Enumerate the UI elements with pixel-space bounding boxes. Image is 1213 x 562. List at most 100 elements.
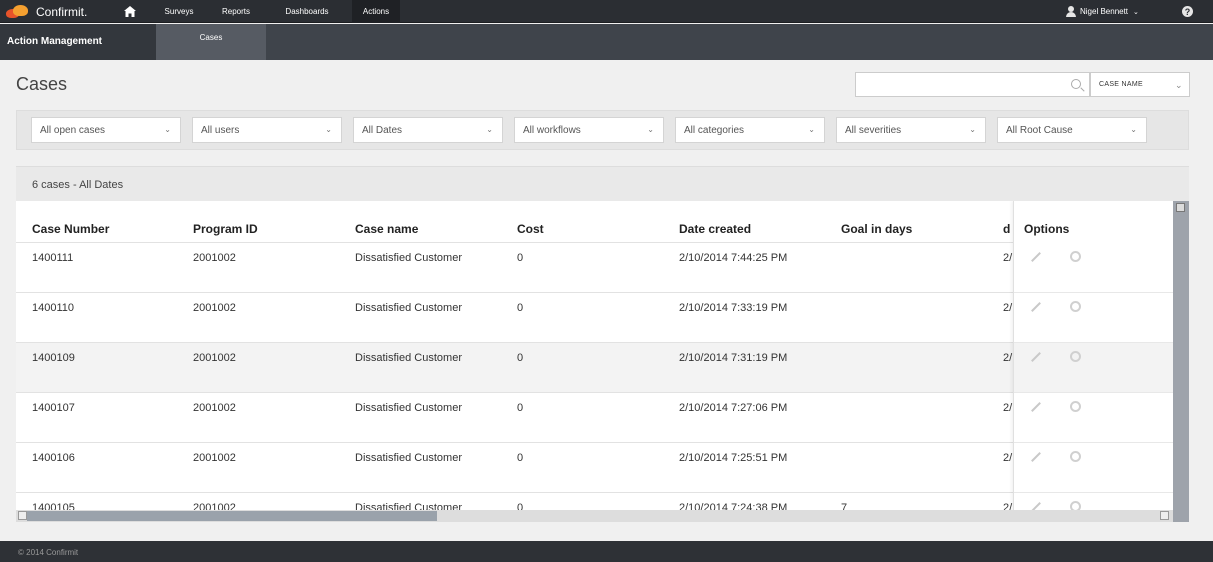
cell-case-name: Dissatisfied Customer: [355, 452, 462, 464]
chevron-down-icon: ⌄: [486, 125, 493, 134]
results-summary-bar: 6 cases - All Dates: [16, 166, 1189, 201]
column-header-date-created[interactable]: Date created: [679, 222, 751, 236]
cases-table: Case Number Program ID Case name Cost Da…: [16, 201, 1189, 522]
table-row[interactable]: 1400107 2001002 Dissatisfied Customer 0 2/10…: [16, 393, 1173, 443]
brand-logo[interactable]: Confirmit.: [6, 0, 87, 23]
nav-tab-actions[interactable]: Actions: [352, 0, 400, 23]
cell-case-name: Dissatisfied Customer: [355, 302, 462, 314]
scroll-right-icon[interactable]: [1160, 511, 1169, 520]
cell-program-id: 2001002: [193, 352, 236, 364]
cell-truncated: 2/: [1003, 402, 1013, 414]
cancel-icon[interactable]: [1070, 401, 1081, 412]
table-row[interactable]: 1400109 2001002 Dissatisfied Customer 0 2/10…: [16, 343, 1173, 393]
pencil-icon[interactable]: [1031, 252, 1041, 262]
scrollbar-thumb[interactable]: [27, 511, 437, 521]
column-header-case-name[interactable]: Case name: [355, 222, 418, 236]
search-icon[interactable]: [1071, 79, 1081, 89]
cell-cost: 0: [517, 352, 524, 364]
chevron-down-icon: ⌄: [808, 125, 815, 134]
cell-case-name: Dissatisfied Customer: [355, 252, 462, 264]
filter-dates[interactable]: All Dates ⌄: [353, 117, 503, 143]
cancel-icon[interactable]: [1070, 251, 1081, 262]
pencil-icon[interactable]: [1031, 452, 1041, 462]
search-input[interactable]: [855, 72, 1090, 97]
cell-case-number: 1400111: [32, 252, 74, 264]
cell-truncated: 2/: [1003, 302, 1013, 314]
search-type-select[interactable]: CASE NAME ⌄: [1090, 72, 1190, 97]
cell-case-name: Dissatisfied Customer: [355, 352, 462, 364]
chevron-down-icon: ⌄: [325, 125, 332, 134]
column-header-case-number[interactable]: Case Number: [32, 222, 109, 236]
row-options: [1014, 343, 1174, 393]
subtab-cases[interactable]: Cases: [156, 24, 266, 60]
cell-date-created: 2/10/2014 7:44:25 PM: [679, 252, 788, 264]
cell-truncated: 2/: [1003, 352, 1013, 364]
cancel-icon[interactable]: [1070, 301, 1081, 312]
user-menu[interactable]: Nigel Bennett ⌄: [1066, 0, 1139, 23]
filter-label: All Root Cause: [1006, 125, 1073, 136]
filter-case-status[interactable]: All open cases ⌄: [31, 117, 181, 143]
filter-workflows[interactable]: All workflows ⌄: [514, 117, 664, 143]
chevron-down-icon: ⌄: [164, 125, 171, 134]
user-name: Nigel Bennett: [1080, 7, 1129, 16]
cell-program-id: 2001002: [193, 302, 236, 314]
cell-date-created: 2/10/2014 7:25:51 PM: [679, 452, 788, 464]
cell-case-number: 1400106: [32, 452, 75, 464]
filter-label: All workflows: [523, 125, 581, 136]
nav-tab-dashboards[interactable]: Dashboards: [278, 0, 336, 23]
cell-cost: 0: [517, 402, 524, 414]
cell-program-id: 2001002: [193, 402, 236, 414]
row-options: [1014, 393, 1174, 443]
row-options: [1014, 243, 1174, 293]
nav-tab-reports[interactable]: Reports: [216, 0, 256, 23]
cell-truncated: 2/: [1003, 452, 1013, 464]
filter-label: All severities: [845, 125, 902, 136]
chevron-down-icon: ⌄: [1130, 125, 1137, 134]
horizontal-scrollbar[interactable]: [16, 510, 1173, 522]
pencil-icon[interactable]: [1031, 352, 1041, 362]
sub-navigation-bar: Action Management Cases: [0, 24, 1213, 60]
pencil-icon[interactable]: [1031, 302, 1041, 312]
cell-case-number: 1400110: [32, 302, 75, 314]
column-header-goal-in-days[interactable]: Goal in days: [841, 222, 912, 236]
filter-users[interactable]: All users ⌄: [192, 117, 342, 143]
cell-program-id: 2001002: [193, 252, 236, 264]
cell-cost: 0: [517, 302, 524, 314]
section-title[interactable]: Action Management: [0, 24, 156, 60]
filter-label: All open cases: [40, 125, 106, 136]
footer-copyright: © 2014 Confirmit: [0, 541, 1213, 562]
cell-cost: 0: [517, 452, 524, 464]
filter-root-cause[interactable]: All Root Cause ⌄: [997, 117, 1147, 143]
column-header-truncated[interactable]: d: [1003, 222, 1010, 236]
row-options: [1014, 443, 1174, 493]
table-header: Case Number Program ID Case name Cost Da…: [16, 201, 1173, 243]
filter-severities[interactable]: All severities ⌄: [836, 117, 986, 143]
chevron-down-icon: ⌄: [647, 125, 654, 134]
top-navigation-bar: Confirmit. Surveys Reports Dashboards Ac…: [0, 0, 1213, 23]
nav-tab-surveys[interactable]: Surveys: [160, 0, 198, 23]
cell-case-number: 1400109: [32, 352, 75, 364]
search-type-value: CASE NAME: [1099, 81, 1143, 88]
cancel-icon[interactable]: [1070, 351, 1081, 362]
column-header-program-id[interactable]: Program ID: [193, 222, 258, 236]
column-header-options: Options: [1024, 222, 1070, 236]
pencil-icon[interactable]: [1031, 402, 1041, 412]
scroll-left-icon[interactable]: [18, 511, 27, 520]
row-options: [1014, 293, 1174, 343]
cell-case-number: 1400107: [32, 402, 75, 414]
cancel-icon[interactable]: [1070, 451, 1081, 462]
scroll-up-icon[interactable]: [1176, 203, 1185, 212]
table-row[interactable]: 1400110 2001002 Dissatisfied Customer 0 2/10…: [16, 293, 1173, 343]
home-icon[interactable]: [116, 0, 144, 23]
chevron-down-icon: ⌄: [1133, 8, 1139, 16]
filter-label: All Dates: [362, 125, 403, 136]
filter-categories[interactable]: All categories ⌄: [675, 117, 825, 143]
vertical-scrollbar[interactable]: [1173, 201, 1189, 522]
filter-label: All categories: [684, 125, 745, 136]
table-row[interactable]: 1400111 2001002 Dissatisfied Customer 0 2/10…: [16, 243, 1173, 293]
help-icon[interactable]: ?: [1182, 6, 1193, 17]
brand-name: Confirmit.: [36, 4, 88, 19]
table-row[interactable]: 1400106 2001002 Dissatisfied Customer 0 2/10…: [16, 443, 1173, 493]
filter-label: All users: [201, 125, 240, 136]
column-header-cost[interactable]: Cost: [517, 222, 544, 236]
